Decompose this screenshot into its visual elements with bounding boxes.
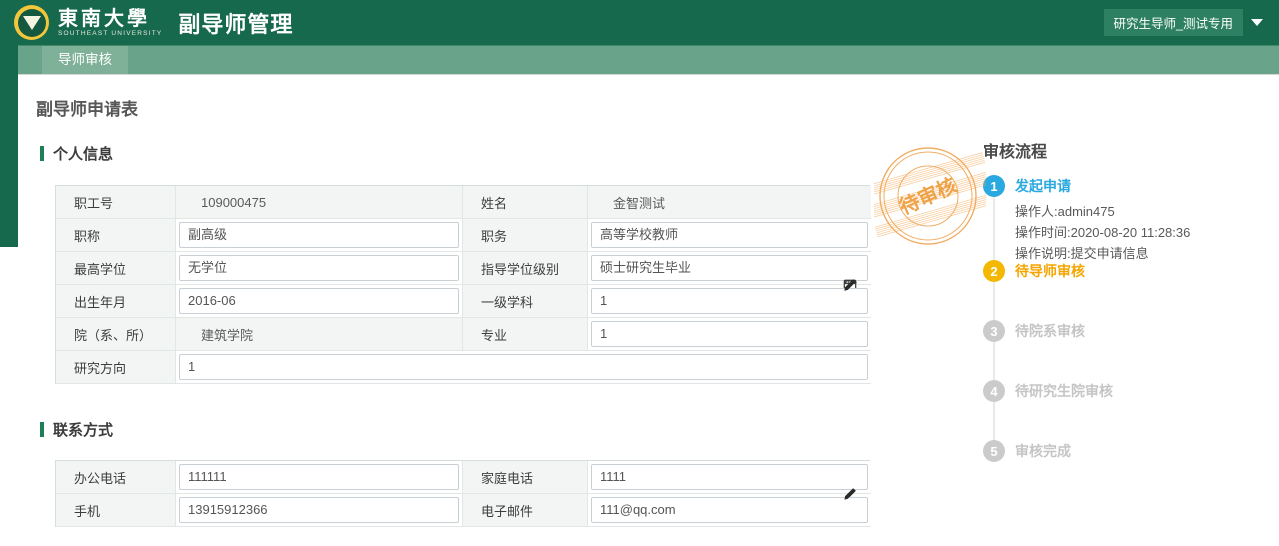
pencil-icon bbox=[843, 278, 857, 292]
step-1-details: 操作人:admin475 操作时间:2020-08-20 11:28:36 操作… bbox=[1015, 201, 1190, 264]
section-contact-header: 联系方式 bbox=[40, 419, 113, 440]
university-logo-icon bbox=[14, 5, 49, 40]
degree-select[interactable]: 无学位 bbox=[179, 255, 459, 281]
employee-id-value: 109000475 bbox=[176, 186, 463, 219]
section-marker bbox=[40, 422, 44, 437]
field-label: 职工号 bbox=[56, 186, 176, 219]
field-label: 指导学位级别 bbox=[463, 252, 588, 285]
detail-operator: 操作人:admin475 bbox=[1015, 201, 1190, 222]
office-phone-input[interactable]: 111111 bbox=[179, 464, 459, 490]
title-select[interactable]: 副高级 bbox=[179, 222, 459, 248]
department-value: 建筑学院 bbox=[176, 318, 463, 351]
step-number-badge: 2 bbox=[983, 260, 1005, 282]
step-connector-line bbox=[993, 186, 995, 452]
personal-info-table: 职工号 109000475 姓名 金智测试 职称 副高级 职务 高等学校教师 最… bbox=[55, 185, 870, 384]
tab-mentor-review[interactable]: 导师审核 bbox=[42, 46, 128, 74]
field-label: 出生年月 bbox=[56, 285, 176, 318]
step-3-department-review: 3 待院系审核 bbox=[983, 320, 1085, 342]
page-title: 副导师申请表 bbox=[36, 95, 138, 120]
step-number-badge: 3 bbox=[983, 320, 1005, 342]
mobile-phone-input[interactable]: 13915912366 bbox=[179, 497, 459, 523]
field-label: 电子邮件 bbox=[463, 494, 588, 527]
university-name-en: SOUTHEAST UNIVERSITY bbox=[58, 31, 162, 38]
nav-tabbar: 导师审核 bbox=[0, 45, 1279, 74]
step-1-initiate: 1 发起申请 bbox=[983, 175, 1071, 197]
role-selector[interactable]: 研究生导师_测试专用 bbox=[1104, 9, 1243, 36]
email-input[interactable]: 111@qq.com bbox=[591, 497, 868, 523]
detail-time: 操作时间:2020-08-20 11:28:36 bbox=[1015, 222, 1190, 243]
step-number-badge: 1 bbox=[983, 175, 1005, 197]
field-label: 办公电话 bbox=[56, 461, 176, 494]
step-label: 待研究生院审核 bbox=[1015, 381, 1113, 401]
app-title: 副导师管理 bbox=[178, 7, 293, 39]
step-4-graduate-school-review: 4 待研究生院审核 bbox=[983, 380, 1113, 402]
pencil-icon bbox=[843, 487, 857, 501]
section-personal-title: 个人信息 bbox=[53, 143, 113, 164]
section-marker bbox=[40, 146, 44, 161]
step-label: 待院系审核 bbox=[1015, 321, 1085, 341]
review-flow-panel: 审核流程 1 发起申请 操作人:admin475 操作时间:2020-08-20… bbox=[983, 138, 1273, 162]
major-input[interactable]: 1 bbox=[591, 321, 868, 347]
main-content: 副导师申请表 个人信息 职工号 109000475 姓名 金智测试 职称 副高级… bbox=[0, 74, 1279, 546]
field-label: 姓名 bbox=[463, 186, 588, 219]
step-label: 待导师审核 bbox=[1015, 261, 1085, 281]
birth-date-input[interactable]: 2016-06 bbox=[179, 288, 459, 314]
degree-level-select[interactable]: 硕士研究生毕业 bbox=[591, 255, 868, 281]
section-contact-title: 联系方式 bbox=[53, 419, 113, 440]
app-window: 東南大學 SOUTHEAST UNIVERSITY 副导师管理 研究生导师_测试… bbox=[0, 0, 1279, 546]
field-label: 职称 bbox=[56, 219, 176, 252]
review-steps: 1 发起申请 操作人:admin475 操作时间:2020-08-20 11:2… bbox=[983, 138, 1273, 478]
step-number-badge: 4 bbox=[983, 380, 1005, 402]
field-label: 家庭电话 bbox=[463, 461, 588, 494]
app-header: 東南大學 SOUTHEAST UNIVERSITY 副导师管理 研究生导师_测试… bbox=[0, 0, 1279, 45]
field-label: 院（系、所） bbox=[56, 318, 176, 351]
name-value: 金智测试 bbox=[588, 186, 871, 219]
step-label: 发起申请 bbox=[1015, 176, 1071, 196]
sidebar-strip bbox=[0, 45, 18, 247]
field-label: 最高学位 bbox=[56, 252, 176, 285]
research-direction-input[interactable]: 1 bbox=[179, 354, 868, 380]
home-phone-input[interactable]: 1111 bbox=[591, 464, 868, 490]
step-number-badge: 5 bbox=[983, 440, 1005, 462]
primary-discipline-input[interactable]: 1 bbox=[591, 288, 868, 314]
university-logo-text: 東南大學 SOUTHEAST UNIVERSITY bbox=[58, 8, 162, 38]
contact-info-table: 办公电话 111111 家庭电话 1111 手机 13915912366 电子邮… bbox=[55, 460, 870, 527]
section-personal-header: 个人信息 bbox=[40, 143, 113, 164]
field-label: 一级学科 bbox=[463, 285, 588, 318]
field-label: 专业 bbox=[463, 318, 588, 351]
step-2-mentor-review: 2 待导师审核 bbox=[983, 260, 1085, 282]
field-label: 研究方向 bbox=[56, 351, 176, 384]
step-label: 审核完成 bbox=[1015, 441, 1071, 461]
chevron-down-icon[interactable] bbox=[1251, 19, 1263, 26]
pending-review-stamp: 待审核 bbox=[874, 145, 986, 254]
step-5-complete: 5 审核完成 bbox=[983, 440, 1071, 462]
university-name-cn: 東南大學 bbox=[58, 8, 162, 28]
field-label: 职务 bbox=[463, 219, 588, 252]
field-label: 手机 bbox=[56, 494, 176, 527]
position-select[interactable]: 高等学校教师 bbox=[591, 222, 868, 248]
